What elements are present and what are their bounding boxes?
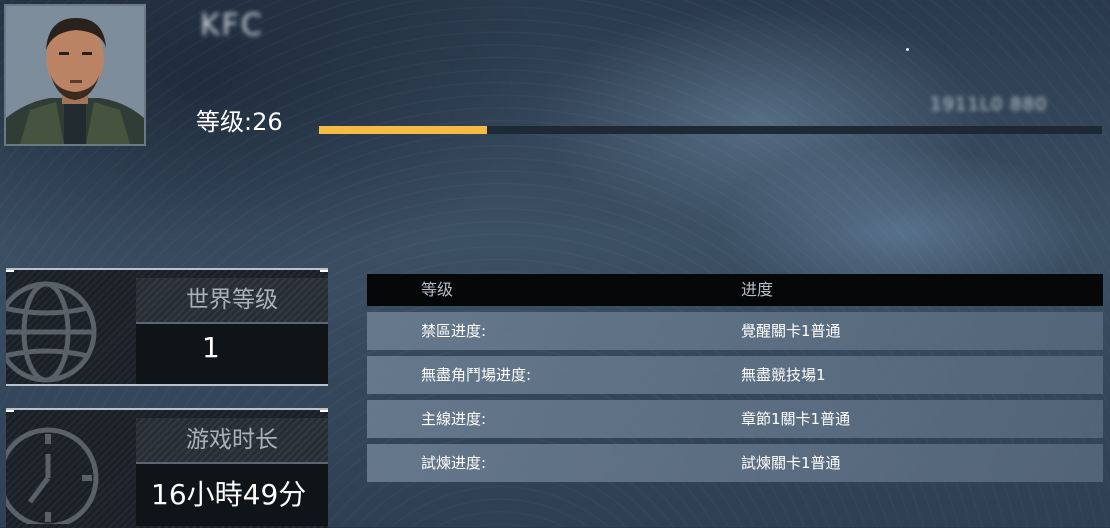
row-value: 章節1關卡1普通 — [741, 410, 851, 428]
xp-progress-bar — [319, 126, 1102, 134]
row-label: 禁區进度: — [421, 322, 487, 340]
player-name: KFC — [200, 8, 264, 43]
row-value: 覺醒關卡1普通 — [741, 322, 841, 340]
column-header-level: 等级 — [421, 280, 454, 299]
play-time-header: 游戏时长 — [136, 418, 328, 462]
table-row: 禁區进度: 覺醒關卡1普通 — [367, 312, 1103, 350]
row-value: 試煉關卡1普通 — [741, 454, 841, 472]
world-level-header: 世界等级 — [136, 278, 328, 322]
world-level-panel: 世界等级 1 — [6, 268, 328, 386]
panel-corner-tick — [6, 270, 14, 272]
table-row: 無盡角鬥場进度: 無盡競技場1 — [367, 356, 1103, 394]
world-level-title: 世界等级 — [186, 287, 278, 313]
xp-progress-fill — [319, 126, 488, 134]
row-label: 無盡角鬥場进度: — [421, 366, 532, 384]
row-label: 試煉进度: — [421, 454, 487, 472]
panel-corner-tick — [320, 410, 328, 412]
player-avatar[interactable] — [4, 4, 146, 146]
table-header: 等级 进度 — [367, 274, 1103, 306]
player-level: 等级:26 — [196, 108, 283, 136]
column-header-progress: 进度 — [741, 280, 774, 299]
progress-table: 等级 进度 禁區进度: 覺醒關卡1普通 無盡角鬥場进度: 無盡競技場1 主線进度… — [367, 274, 1103, 482]
panel-corner-tick — [320, 270, 328, 272]
globe-icon — [6, 281, 97, 383]
play-time-value: 16小時49分 — [151, 478, 307, 511]
player-id: 1911L0 880 — [930, 94, 1048, 115]
world-level-value: 1 — [202, 331, 220, 364]
soldier-portrait-icon — [6, 6, 144, 144]
play-time-panel: 游戏时长 16小時49分 — [6, 408, 328, 528]
clock-icon — [6, 427, 99, 524]
table-row: 主線进度: 章節1關卡1普通 — [367, 400, 1103, 438]
background-sparkle — [906, 48, 909, 51]
panel-value-area — [136, 324, 328, 384]
play-time-title: 游戏时长 — [186, 427, 278, 453]
panel-corner-tick — [6, 410, 14, 412]
row-label: 主線进度: — [421, 410, 487, 428]
row-value: 無盡競技場1 — [741, 366, 826, 384]
table-row: 試煉进度: 試煉關卡1普通 — [367, 444, 1103, 482]
